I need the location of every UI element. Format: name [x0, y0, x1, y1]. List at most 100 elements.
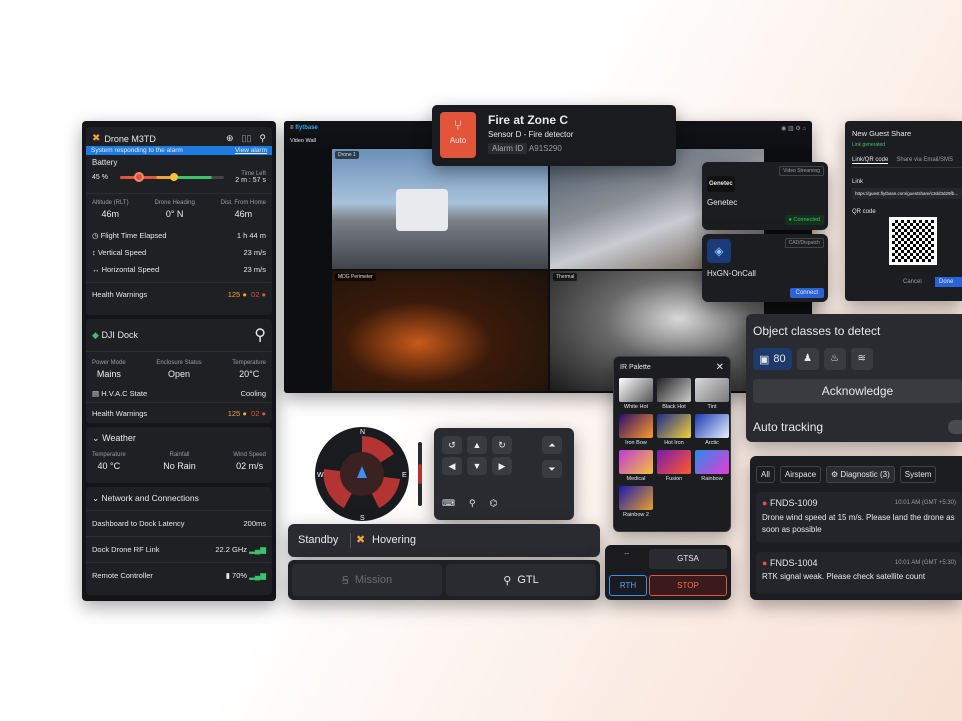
rotate-right-button[interactable]: ↻	[492, 436, 512, 454]
cancel-button[interactable]: Cancel	[903, 279, 922, 285]
guest-share-title: New Guest Share	[852, 129, 912, 138]
gtsa-button[interactable]: GTSA	[649, 549, 727, 569]
stat-enclosure: Enclosure Status Open	[156, 360, 202, 379]
palette-option[interactable]: Black Hot	[656, 378, 692, 410]
integration-tag: CAD/Dispatch	[784, 238, 824, 248]
close-icon[interactable]: ✕	[716, 362, 724, 373]
genetec-name: Genetec	[707, 198, 738, 207]
object-detection-panel: Object classes to detect ▣ 80 ♟ ♨ ≋ Ackno…	[746, 314, 962, 442]
palette-option[interactable]: Fusion	[656, 450, 692, 482]
gamepad-icon[interactable]: ⌬	[490, 498, 498, 509]
weather-header[interactable]: ⌄ Weather	[86, 427, 272, 450]
rotate-left-button[interactable]: ↺	[442, 436, 462, 454]
filter-system[interactable]: System	[899, 466, 937, 483]
alarm-card[interactable]: ⑂ Auto Fire at Zone C Sensor D - Fire de…	[432, 105, 676, 166]
view-alarm-link[interactable]: View alarm	[235, 147, 267, 154]
drone-health-warnings[interactable]: Health Warnings 125 ● 02 ●	[86, 287, 272, 302]
person-icon: ♟	[803, 353, 813, 364]
flight-control-pad: ↺ ▲ ↻ ◀ ▼ ▶ ⏶ ⏷ ⌨ ⚲ ⌬	[434, 428, 574, 520]
alert-filters: All Airspace ⚙ Diagnostic (3) System	[756, 466, 937, 483]
drone-icon: ✖	[92, 133, 101, 144]
integration-tag: Video Streaming	[779, 166, 824, 176]
forward-button[interactable]: ▲	[467, 436, 487, 454]
class-fire[interactable]: ♨	[823, 348, 846, 370]
filter-airspace[interactable]: Airspace	[779, 466, 822, 483]
keyboard-icon[interactable]: ⌨	[442, 498, 455, 509]
stop-button[interactable]: STOP	[649, 575, 727, 596]
ascend-button[interactable]: ⏶	[542, 436, 562, 454]
alert-dot-icon: ●	[762, 558, 768, 568]
alarm-badge: ⑂ Auto	[440, 112, 476, 158]
class-smoke[interactable]: ≋	[850, 348, 873, 370]
palette-label: Rainbow 2	[623, 512, 649, 518]
palette-option[interactable]: Tint	[694, 378, 730, 410]
filter-all[interactable]: All	[756, 466, 775, 483]
qr-code	[889, 217, 937, 265]
palette-option[interactable]: Arctic	[694, 414, 730, 446]
tile-caption: Thermal	[553, 273, 578, 281]
gtl-button[interactable]: ⚲ GTL	[446, 564, 596, 596]
drone-title: Drone M3TD	[104, 133, 156, 144]
acknowledge-button[interactable]: Acknowledge	[753, 379, 962, 403]
palette-option[interactable]: Iron Bow	[618, 414, 654, 446]
palette-option[interactable]: Hot Iron	[656, 414, 692, 446]
done-button[interactable]: Done	[935, 277, 962, 287]
compass-e: E	[402, 472, 407, 479]
battery-label: Battery	[92, 158, 118, 167]
network-header[interactable]: ⌄ Network and Connections	[86, 487, 272, 510]
rth-button[interactable]: RTH	[609, 575, 647, 596]
backward-button[interactable]: ▼	[467, 457, 487, 475]
stat-wind-speed: Wind Speed 02 m/s	[233, 452, 266, 471]
auto-tracking-toggle[interactable]	[948, 420, 962, 434]
health-label: Health Warnings	[92, 290, 148, 299]
descend-button[interactable]: ⏷	[542, 460, 562, 478]
tab-share-email[interactable]: Share via Email/SMS	[896, 157, 953, 164]
alert-item[interactable]: ● FNDS-1004 10:01 AM (GMT +5:30) RTK sign…	[756, 552, 962, 594]
menu-icon[interactable]: ≡	[290, 125, 294, 131]
alert-item[interactable]: ● FNDS-1009 10:01 AM (GMT +5:30) Drone wi…	[756, 492, 962, 542]
link-field[interactable]: https://guest.flytbase.com/guestshare/c3…	[852, 188, 962, 199]
palette-swatch	[619, 450, 653, 474]
drone-icon: ✖	[356, 534, 366, 546]
palette-swatch	[619, 414, 653, 438]
altitude-indicator	[418, 464, 422, 484]
hvac-state: ▤ H.V.A.C State Cooling	[92, 389, 266, 398]
battery-slider	[119, 172, 224, 182]
class-vehicle[interactable]: ▣ 80	[753, 348, 792, 370]
palette-grid: White Hot Black Hot Tint Iron Bow Hot Iron Ar…	[614, 378, 730, 518]
link-status: Link generated	[852, 142, 886, 148]
tile-caption: MDG Perimeter	[335, 273, 376, 281]
joystick-icon[interactable]: ⚲	[469, 498, 476, 509]
alarm-id: Alarm ID A91S290	[488, 143, 573, 154]
palette-option[interactable]: White Hot	[618, 378, 654, 410]
video-wall-menu[interactable]: Video Wall	[290, 138, 316, 144]
tile-caption: Drone 1	[335, 151, 359, 159]
right-button[interactable]: ▶	[492, 457, 512, 475]
compass-widget: N E S W	[314, 424, 428, 524]
filter-diagnostic[interactable]: ⚙ Diagnostic (3)	[826, 466, 895, 483]
dock-health-warnings[interactable]: Health Warnings 125 ● 02 ●	[86, 403, 272, 424]
metric-flight-time: ◷ Flight Time Elapsed 1 h 44 m	[92, 231, 266, 240]
palette-option[interactable]: Rainbow 2	[618, 486, 654, 518]
mission-bar: Ꞩ Mission ⚲ GTL	[288, 560, 600, 600]
video-tile-1[interactable]: Drone 1	[332, 149, 548, 269]
connect-button[interactable]: Connect	[789, 288, 824, 298]
palette-label: Hot Iron	[664, 440, 684, 446]
drone-status-bar: Standby ✖ Hovering	[288, 524, 600, 557]
video-tile-3[interactable]: MDG Perimeter	[332, 271, 548, 391]
left-button[interactable]: ◀	[442, 457, 462, 475]
palette-option[interactable]: Medical	[618, 450, 654, 482]
satellite-icon: ⚲	[254, 327, 266, 344]
time-left-value: 2 m : 57 s	[235, 177, 266, 184]
palette-swatch	[657, 414, 691, 438]
mission-button[interactable]: Ꞩ Mission	[292, 564, 442, 596]
tab-link-qr[interactable]: Link/QR code	[852, 157, 889, 164]
battery-icon: ▮	[225, 571, 230, 580]
smoke-icon: ≋	[857, 353, 866, 364]
palette-label: Rainbow	[701, 476, 723, 482]
metric-horizontal-speed: ↔ Horizontal Speed 23 m/s	[92, 265, 266, 274]
palette-option[interactable]: Rainbow	[694, 450, 730, 482]
class-person[interactable]: ♟	[796, 348, 819, 370]
toolbar-icons: ◉ ▥ ⚙ ⌂	[781, 125, 806, 132]
globe-icon[interactable]: ⊕	[226, 133, 234, 144]
